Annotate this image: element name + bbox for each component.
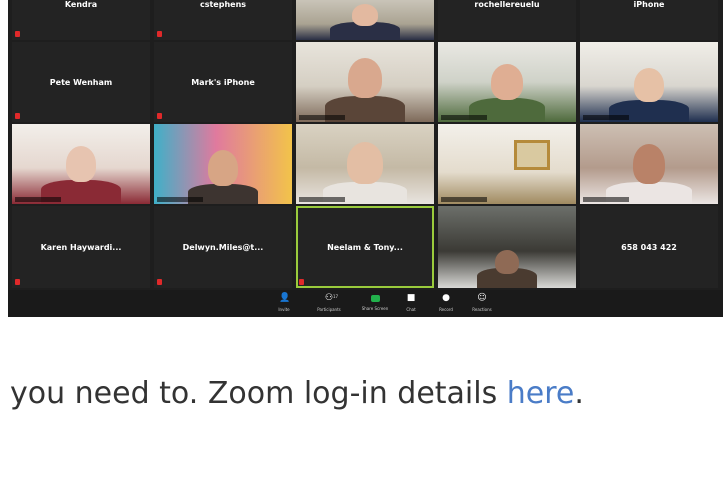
participant-name: iPhone [633, 0, 665, 9]
participant-caption [157, 197, 203, 202]
participant-tile-phone-number[interactable]: 658 043 422 [580, 206, 718, 288]
mic-muted-icon [15, 113, 20, 119]
participant-tile-cstephens[interactable]: cstephens [154, 0, 292, 40]
participant-name: 658 043 422 [621, 242, 677, 252]
participant-name: Karen Haywardi... [40, 242, 122, 252]
participant-name: rochellereuelu [474, 0, 540, 9]
mic-muted-icon [299, 279, 304, 285]
share-screen-label: Share Screen [361, 306, 389, 311]
participant-face [347, 142, 383, 184]
zoom-meeting-window: Kendra cstephens rochellereuelu iPhone P… [8, 0, 723, 317]
mic-muted-icon [157, 113, 162, 119]
participant-face [208, 150, 238, 186]
chat-label: Chat [406, 307, 416, 312]
participant-caption [299, 115, 345, 120]
participant-face [491, 64, 523, 100]
invite-icon: 👤 [279, 293, 291, 303]
participant-tile-delwyn-miles[interactable]: Delwyn.Miles@t... [154, 206, 292, 288]
zoom-login-link[interactable]: here [507, 376, 575, 411]
participant-face [348, 58, 382, 98]
participant-video-tile[interactable] [12, 124, 150, 204]
participant-name: Delwyn.Miles@t... [182, 242, 264, 252]
mic-muted-icon [15, 31, 20, 37]
participant-video-tile[interactable] [580, 124, 718, 204]
reactions-button[interactable]: ☺ Reactions [468, 294, 496, 313]
participant-face [633, 144, 665, 184]
record-button[interactable]: ● Record [432, 294, 460, 313]
gallery-view: Kendra cstephens rochellereuelu iPhone P… [12, 0, 721, 288]
participant-caption [583, 197, 629, 202]
participant-tile-kendra[interactable]: Kendra [12, 0, 150, 40]
body-text: you need to. Zoom log-in details [10, 376, 507, 411]
mic-muted-icon [157, 279, 162, 285]
chat-icon: ■ [406, 293, 416, 303]
share-screen-icon [370, 295, 380, 302]
record-label: Record [439, 307, 453, 312]
participant-face [495, 250, 519, 274]
participants-count: 17 [333, 294, 339, 299]
share-screen-button[interactable]: Share Screen [361, 294, 389, 312]
mic-muted-icon [157, 31, 162, 37]
participant-name: Pete Wenham [49, 77, 113, 87]
participant-video-tile[interactable] [438, 206, 576, 288]
participant-video-tile[interactable] [438, 42, 576, 122]
mic-muted-icon [15, 279, 20, 285]
participant-tile-neelam-tony[interactable]: Neelam & Tony... [296, 206, 434, 288]
participant-name: Neelam & Tony... [327, 242, 403, 252]
body-paragraph: you need to. Zoom log-in details here. [10, 376, 584, 411]
participant-name: cstephens [199, 0, 247, 9]
participant-video-tile[interactable] [154, 124, 292, 204]
meeting-toolbar: 👤 Invite ⚇ 17 Participants Share Screen … [8, 290, 723, 317]
participant-tile-pete-wenham[interactable]: Pete Wenham [12, 42, 150, 122]
chat-button[interactable]: ■ Chat [397, 294, 425, 313]
participant-tile-rochellereuelu[interactable]: rochellereuelu [438, 0, 576, 40]
participants-label: Participants [317, 307, 341, 312]
participant-tile-marks-iphone[interactable]: Mark's iPhone [154, 42, 292, 122]
participant-tile-iphone[interactable]: iPhone [580, 0, 718, 40]
participant-name: Kendra [64, 0, 98, 9]
participant-caption [441, 115, 487, 120]
participant-caption [583, 115, 629, 120]
reactions-label: Reactions [472, 307, 492, 312]
body-text-end: . [574, 376, 584, 411]
participant-face [634, 68, 664, 102]
participants-button[interactable]: ⚇ 17 Participants [315, 294, 343, 313]
invite-label: Invite [278, 307, 290, 312]
participant-caption [299, 197, 345, 202]
participant-caption [441, 197, 487, 202]
participant-name: Mark's iPhone [191, 77, 255, 87]
participant-video-tile[interactable] [296, 124, 434, 204]
reactions-icon: ☺ [477, 293, 487, 303]
participant-video-tile[interactable] [438, 124, 576, 204]
participant-tile-karen-haywardi[interactable]: Karen Haywardi... [12, 206, 150, 288]
participant-face [352, 4, 378, 26]
invite-button[interactable]: 👤 Invite [270, 294, 298, 313]
wall-picture [514, 140, 550, 170]
record-icon: ● [442, 293, 450, 303]
participant-video-tile[interactable] [296, 0, 434, 40]
participant-face [66, 146, 96, 182]
participant-video-tile[interactable] [296, 42, 434, 122]
participant-video-tile[interactable] [580, 42, 718, 122]
participant-caption [15, 197, 61, 202]
